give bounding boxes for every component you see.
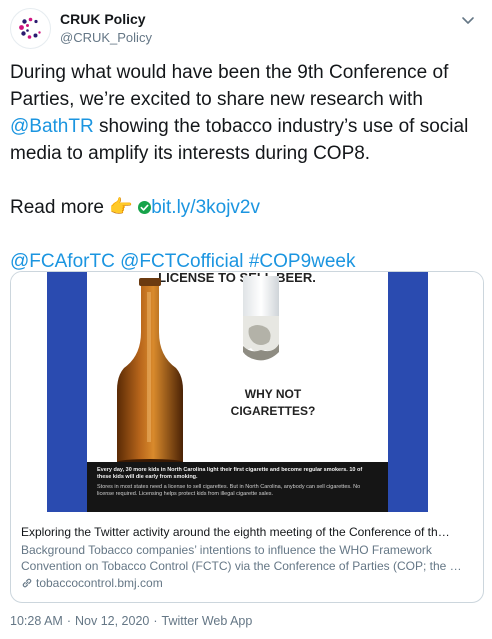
tweet-source[interactable]: Twitter Web App xyxy=(162,614,253,628)
tweet-date[interactable]: Nov 12, 2020 xyxy=(75,614,149,628)
tweet-line: During what would have been the 9th Conf… xyxy=(10,62,454,110)
card-title[interactable]: Exploring the Twitter activity around th… xyxy=(21,524,473,540)
check-mark-icon xyxy=(138,201,152,214)
tweet-footer: 10:28 AM · Nov 12, 2020 · Twitter Web App xyxy=(10,614,256,628)
tweet-text: During what would have been the 9th Conf… xyxy=(10,59,480,275)
mention-link[interactable]: @BathTR xyxy=(10,116,94,137)
ad-headline-line1: WHY NOT xyxy=(245,387,302,401)
separator: · xyxy=(66,614,71,628)
ad-top-banner: LICENSE TO SELL BEER. xyxy=(158,272,316,285)
tweet-time[interactable]: 10:28 AM xyxy=(10,614,63,628)
pointing-hand-icon: 👉 xyxy=(109,197,133,218)
link-icon xyxy=(22,578,32,588)
hashtag-link[interactable]: #COP9week xyxy=(249,251,356,272)
cruk-logo-icon xyxy=(19,17,41,39)
link-card[interactable]: LICENSE TO SELL BEER. WHY NOT CIGARETTES… xyxy=(10,271,484,603)
ad-poster: LICENSE TO SELL BEER. WHY NOT CIGARETTES… xyxy=(11,272,483,512)
ad-blue-border-left xyxy=(47,272,87,512)
short-link[interactable]: bit.ly/3kojv2v xyxy=(151,197,260,218)
card-image[interactable]: LICENSE TO SELL BEER. WHY NOT CIGARETTES… xyxy=(11,272,483,512)
ad-blue-border-right xyxy=(388,272,428,512)
read-more-label: Read more xyxy=(10,197,104,218)
ad-caption-bold: Every day, 30 more kids in North Carolin… xyxy=(97,467,363,480)
mention-link[interactable]: @FCTCofficial xyxy=(120,251,243,272)
card-domain-text[interactable]: tobaccocontrol.bmj.com xyxy=(36,575,163,591)
account-handle[interactable]: @CRUK_Policy xyxy=(60,30,152,45)
ad-headline-line2: CIGARETTES? xyxy=(231,404,316,418)
chevron-down-icon[interactable] xyxy=(458,10,478,30)
avatar[interactable] xyxy=(10,8,51,49)
separator: · xyxy=(153,614,158,628)
tweet-header: CRUK Policy @CRUK_Policy xyxy=(10,8,482,49)
card-text[interactable]: Exploring the Twitter activity around th… xyxy=(21,524,473,591)
ad-caption-small: Stores in most states need a license to … xyxy=(97,484,361,497)
card-description: Background Tobacco companies’ intentions… xyxy=(21,543,462,573)
card-domain[interactable]: tobaccocontrol.bmj.com xyxy=(21,575,473,591)
account-name[interactable]: CRUK Policy xyxy=(60,11,146,27)
mention-link[interactable]: @FCAforTC xyxy=(10,251,115,272)
cigarette-icon xyxy=(243,276,279,361)
